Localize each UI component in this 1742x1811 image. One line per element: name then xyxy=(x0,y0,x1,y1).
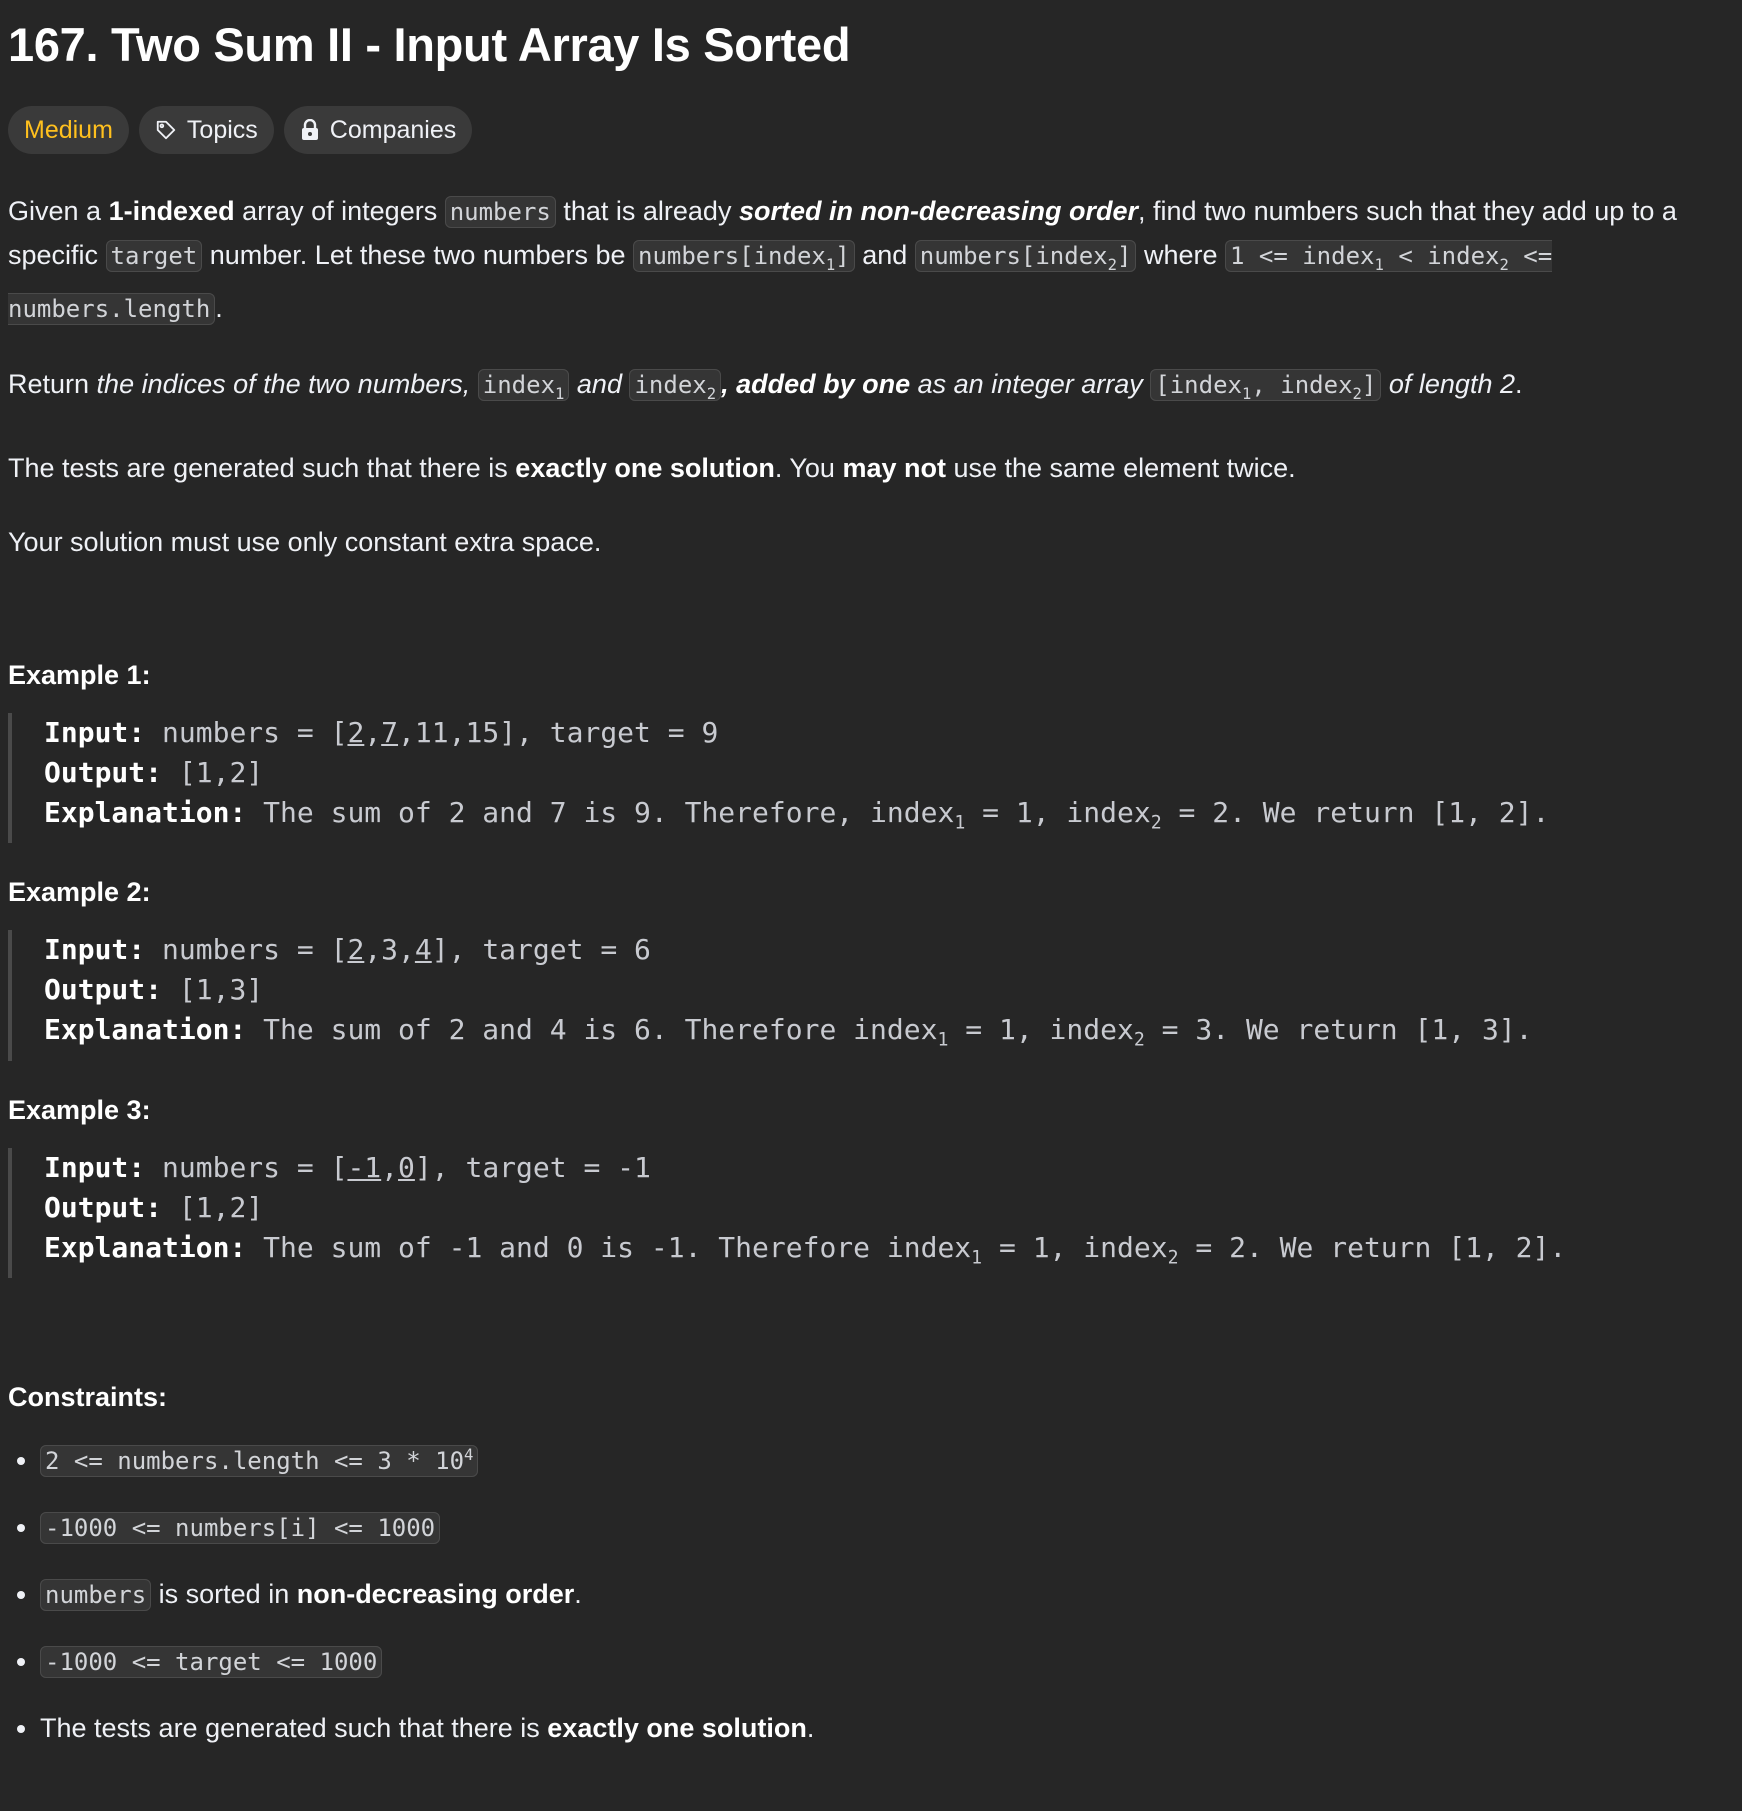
constraints-title: Constraints: xyxy=(8,1382,168,1413)
inline-code: [index1, index2] xyxy=(1150,368,1382,403)
constraint-item: The tests are generated such that there … xyxy=(40,1708,1734,1748)
constraints-list: 2 <= numbers.length <= 3 * 104 -1000 <= … xyxy=(8,1435,1734,1748)
example-3-title: Example 3: xyxy=(8,1094,151,1125)
inline-code: numbers xyxy=(444,196,556,228)
constraint-item: 2 <= numbers.length <= 3 * 104 xyxy=(40,1435,1734,1481)
constraint-item: -1000 <= target <= 1000 xyxy=(40,1641,1734,1682)
description-paragraph-3: The tests are generated such that there … xyxy=(8,452,1296,483)
example-2-title: Example 2: xyxy=(8,877,151,908)
constraint-item: -1000 <= numbers[i] <= 1000 xyxy=(40,1507,1734,1548)
inline-code: target xyxy=(105,240,203,272)
topics-button[interactable]: Topics xyxy=(138,106,274,154)
inline-code: numbers[index2] xyxy=(914,240,1137,274)
tag-icon xyxy=(155,119,177,141)
description-paragraph-4: Your solution must use only constant ext… xyxy=(8,526,602,557)
example-3-block: Input: numbers = [-1,0], target = -1 Out… xyxy=(8,1147,1734,1279)
companies-label: Companies xyxy=(329,115,457,144)
topics-label: Topics xyxy=(186,115,258,144)
example-2-block: Input: numbers = [2,3,4], target = 6 Out… xyxy=(8,930,1734,1061)
description-paragraph-1: Given a 1-indexed array of integers numb… xyxy=(8,196,1677,325)
inline-code: numbers[index1] xyxy=(633,240,855,274)
example-1-block: Input: numbers = [2,7,11,15], target = 9… xyxy=(8,712,1734,844)
constraint-item: numbers is sorted in non-decreasing orde… xyxy=(40,1574,1734,1615)
companies-button[interactable]: Companies xyxy=(283,106,473,154)
difficulty-label: Medium xyxy=(24,115,113,144)
inline-code: index1 xyxy=(477,368,570,403)
tag-row: Medium Topics Companies xyxy=(8,106,1734,154)
difficulty-badge: Medium xyxy=(8,106,129,154)
inline-code: index2 xyxy=(629,368,722,403)
lock-icon xyxy=(300,119,320,141)
problem-title: 167. Two Sum II - Input Array Is Sorted xyxy=(8,18,851,71)
example-1-title: Example 1: xyxy=(8,659,151,690)
problem-description: 167. Two Sum II - Input Array Is Sorted … xyxy=(0,0,1742,1748)
description-paragraph-2: Return the indices of the two numbers, i… xyxy=(8,368,1523,403)
